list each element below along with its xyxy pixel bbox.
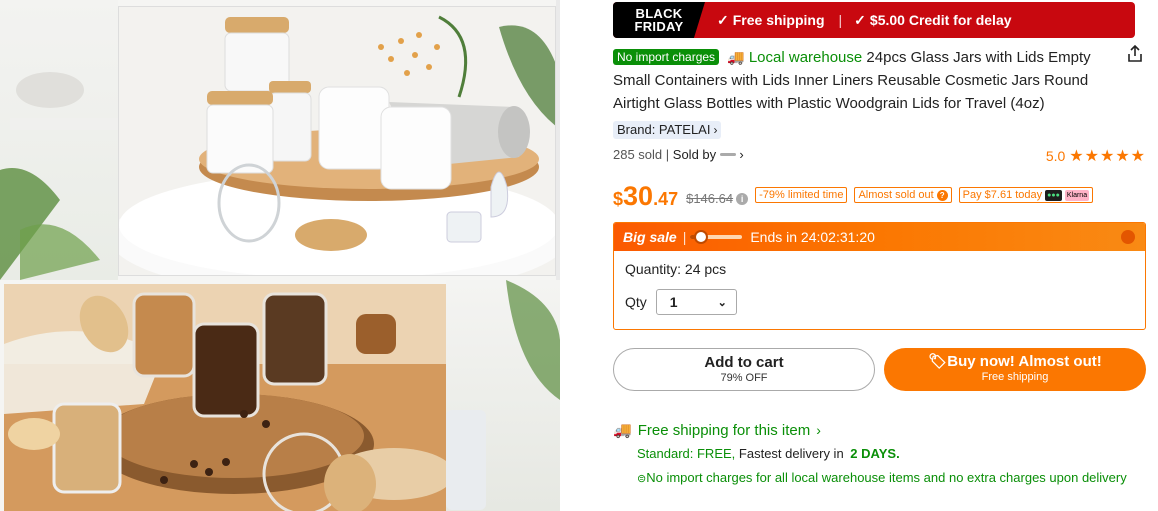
star-rating-icon: ★★★★★ <box>1069 148 1146 165</box>
standard-shipping-info: Standard: FREE, Fastest delivery in 2 DA… <box>637 446 900 461</box>
free-shipping-label: Free shipping <box>732 12 825 28</box>
no-import-charges-note: ⊜No import charges for all local warehou… <box>637 469 1127 488</box>
tag-icon: 🏷 <box>928 353 948 370</box>
quantity-info: Quantity: 24 pcs <box>625 261 727 277</box>
countdown-progress-bar <box>690 230 743 244</box>
product-photo-jars-on-tray[interactable] <box>118 6 556 276</box>
qty-label: Qty <box>625 294 647 310</box>
rating-summary[interactable]: 5.0 ★★★★★ <box>1046 146 1146 166</box>
qty-row: Qty 1 ⌄ <box>625 289 1134 315</box>
pay-later-label: Pay $7.61 today <box>962 189 1043 201</box>
product-image-gallery[interactable] <box>0 0 560 511</box>
buy-now-button[interactable]: 🏷Buy now! Almost out! Free shipping <box>884 348 1146 391</box>
chevron-down-icon: ⌄ <box>717 296 727 309</box>
shield-icon: ⊜ <box>637 473 647 485</box>
buy-now-text: Buy now! Almost out! <box>947 353 1102 370</box>
sold-count: 285 sold <box>613 147 663 162</box>
truck-icon: 🚚 <box>727 49 745 65</box>
big-sale-box: Big sale | Ends in 24:02:31:20 Quantity:… <box>613 222 1146 330</box>
add-to-cart-label: Add to cart <box>704 354 784 371</box>
qty-dropdown[interactable]: 1 ⌄ <box>655 289 737 315</box>
quantity-section: Quantity: 24 pcs Qty 1 ⌄ <box>614 251 1145 325</box>
price-currency: $ <box>613 189 624 209</box>
price-cents: .47 <box>653 189 679 209</box>
sold-by-label: Sold by <box>672 147 717 162</box>
add-to-cart-sublabel: 79% OFF <box>720 372 768 384</box>
gallery-background <box>446 280 560 511</box>
check-icon: ✓ <box>854 11 866 28</box>
product-title: No import charges 🚚 Local warehouse 24pc… <box>613 46 1113 115</box>
info-icon[interactable]: i <box>736 193 749 205</box>
almost-sold-out-label: Almost sold out <box>858 189 934 201</box>
price-dollars: 30 <box>623 181 654 211</box>
discount-chip: -79% limited time <box>755 187 848 203</box>
qty-value: 1 <box>669 294 678 310</box>
decoration-icon <box>1121 230 1135 244</box>
klarna-logo-icon: Klarna <box>1064 189 1090 201</box>
local-warehouse-label[interactable]: Local warehouse <box>749 49 862 66</box>
product-photo-jars-with-food[interactable] <box>4 284 446 511</box>
price-row: $30.47 $146.64 i -79% limited time Almos… <box>613 176 1146 210</box>
check-icon: ✓ <box>717 11 729 28</box>
seller-avatar-icon <box>719 153 736 156</box>
brand-label: Brand: PATELAI <box>617 122 711 137</box>
fastest-delivery-label: Fastest delivery in <box>738 446 844 461</box>
buy-now-sublabel: Free shipping <box>981 371 1049 383</box>
truck-icon: 🚚 <box>613 422 632 439</box>
big-sale-label: Big sale <box>623 229 677 245</box>
free-shipping-link[interactable]: 🚚 Free shipping for this item › <box>613 421 1146 440</box>
delivery-days: 2 DAYS. <box>850 446 900 461</box>
current-price: $30.47 <box>613 183 678 210</box>
discount-chip-label: -79% limited time <box>759 189 844 201</box>
chevron-right-icon: › <box>713 123 718 137</box>
almost-sold-out-chip[interactable]: Almost sold out? <box>854 187 952 203</box>
buy-now-label: 🏷Buy now! Almost out! <box>884 353 1146 370</box>
free-shipping-benefit: ✓ Free shipping <box>717 12 825 29</box>
countdown-text: Ends in 24:02:31:20 <box>750 229 875 245</box>
standard-label: Standard: FREE, <box>637 446 736 461</box>
chevron-right-icon: › <box>816 422 821 438</box>
original-price: $146.64 <box>686 191 734 206</box>
big-sale-header: Big sale | Ends in 24:02:31:20 <box>614 223 1145 251</box>
black-friday-banner[interactable]: BLACK FRIDAY ✓ Free shipping | ✓ $5.00 C… <box>613 2 1135 38</box>
afterpay-logo-icon: ●●● <box>1045 189 1062 201</box>
free-shipping-headline: Free shipping for this item <box>637 421 811 439</box>
delay-credit-benefit: ✓ $5.00 Credit for delay <box>854 12 1011 29</box>
brand-link[interactable]: Brand: PATELAI › <box>613 121 722 139</box>
black-friday-tag: BLACK FRIDAY <box>613 2 705 38</box>
add-to-cart-button[interactable]: Add to cart 79% OFF <box>613 348 875 391</box>
rating-value: 5.0 <box>1045 148 1066 164</box>
help-icon: ? <box>936 189 948 201</box>
black-friday-line2: FRIDAY <box>634 19 684 34</box>
separator: | <box>665 147 673 162</box>
pay-later-chip[interactable]: Pay $7.61 today ●●● Klarna <box>958 187 1094 203</box>
banner-divider: | <box>838 12 843 28</box>
no-import-charges-badge: No import charges <box>613 49 720 65</box>
delay-credit-label: $5.00 Credit for delay <box>869 12 1012 28</box>
share-icon[interactable] <box>1125 44 1145 64</box>
gallery-background <box>0 0 118 280</box>
sales-info: 285 sold | Sold by › <box>613 147 744 162</box>
separator: | <box>682 229 687 245</box>
gallery-divider <box>556 0 560 280</box>
countdown-knob-icon <box>693 230 708 244</box>
no-import-note-text: No import charges for all local warehous… <box>646 470 1127 485</box>
sold-by-link[interactable]: Sold by › <box>673 147 744 162</box>
